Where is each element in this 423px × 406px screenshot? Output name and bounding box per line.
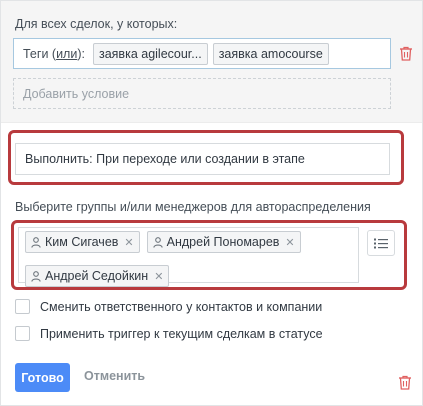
change-responsible-checkbox[interactable] <box>15 299 30 314</box>
done-button[interactable]: Готово <box>15 363 70 392</box>
manager-chip[interactable]: Ким Сигачев ✕ <box>25 231 140 253</box>
delete-trigger-icon[interactable] <box>398 375 412 390</box>
remove-manager-icon[interactable]: ✕ <box>154 270 163 283</box>
tag-chip[interactable]: заявка agilecour... <box>92 42 208 65</box>
apply-trigger-checkbox[interactable] <box>15 326 30 341</box>
change-responsible-label: Сменить ответственного у контактов и ком… <box>40 299 323 314</box>
remove-manager-icon[interactable]: ✕ <box>124 236 133 249</box>
manager-name: Андрей Пономарев <box>166 235 280 249</box>
condition-block: Для всех сделок, у которых: Теги (или): … <box>1 1 422 123</box>
managers-select-field[interactable]: Ким Сигачев ✕ Андрей Пономарев ✕ Андрей … <box>18 227 359 287</box>
manager-chip[interactable]: Андрей Седойкин ✕ <box>25 265 170 287</box>
tags-label: Теги (или): <box>23 46 85 61</box>
trigger-settings-panel: Для всех сделок, у которых: Теги (или): … <box>0 0 423 406</box>
change-responsible-option[interactable]: Сменить ответственного у контактов и ком… <box>15 299 322 314</box>
user-icon <box>31 236 41 248</box>
condition-title: Для всех сделок, у которых: <box>15 17 178 31</box>
cancel-button[interactable]: Отменить <box>84 369 145 383</box>
apply-trigger-label: Применить триггер к текущим сделкам в ст… <box>40 326 323 341</box>
user-icon <box>152 236 163 248</box>
add-condition-field[interactable]: Добавить условие <box>13 78 391 109</box>
tag-chip[interactable]: заявка amocourse <box>212 42 329 65</box>
remove-manager-icon[interactable]: ✕ <box>285 236 294 249</box>
tags-or-link[interactable]: или <box>56 47 77 61</box>
assign-groups-label: Выберите группы и/или менеджеров для авт… <box>15 200 371 214</box>
managers-list-button[interactable] <box>367 230 395 256</box>
manager-name: Ким Сигачев <box>45 235 119 249</box>
execute-select[interactable]: Выполнить: При переходе или создании в э… <box>15 143 390 175</box>
manager-name: Андрей Седойкин <box>45 269 149 283</box>
user-icon <box>31 270 41 282</box>
tags-condition-field[interactable]: Теги (или): заявка agilecour... заявка a… <box>13 38 391 69</box>
manager-chip[interactable]: Андрей Пономарев ✕ <box>146 231 301 253</box>
delete-condition-icon[interactable] <box>399 46 413 61</box>
apply-trigger-option[interactable]: Применить триггер к текущим сделкам в ст… <box>15 326 323 341</box>
list-icon <box>374 238 388 248</box>
